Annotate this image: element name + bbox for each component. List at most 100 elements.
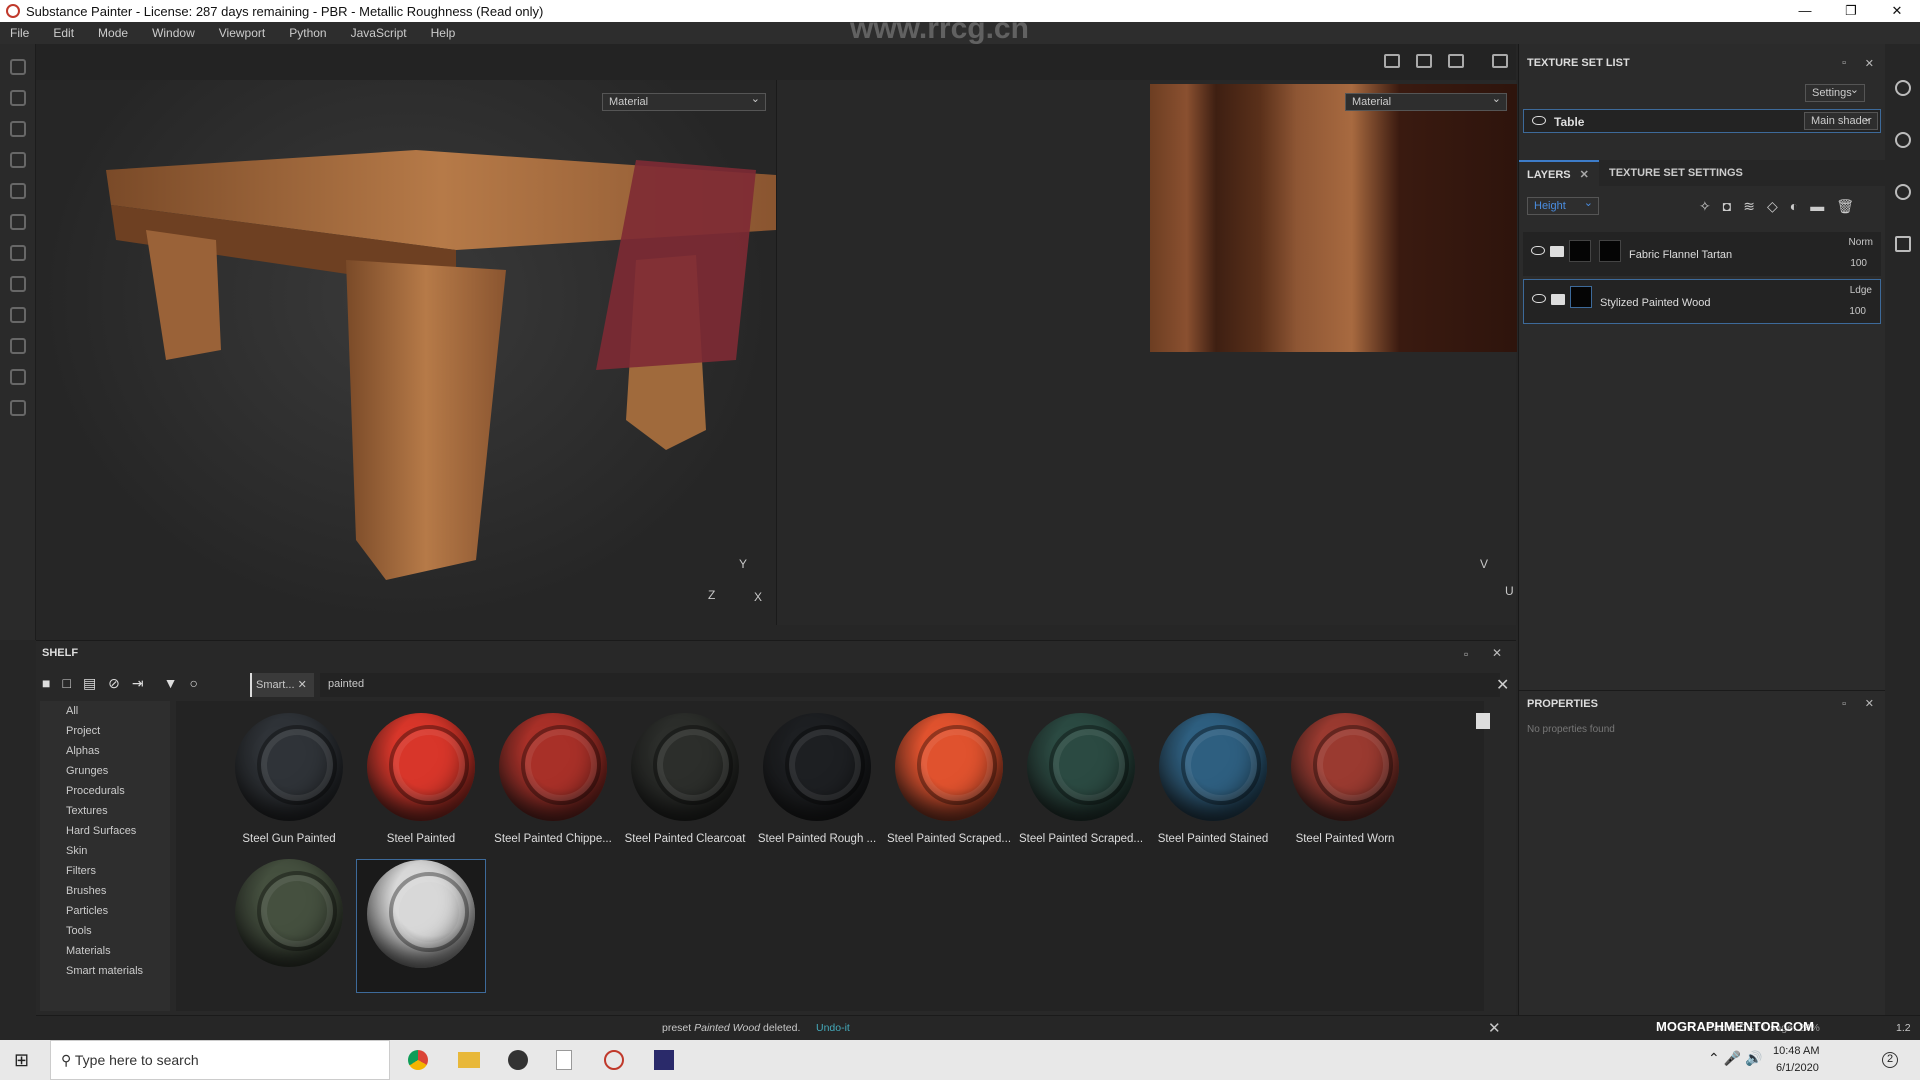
scrollbar[interactable] [1476, 713, 1490, 729]
float-panel-icon[interactable]: ▫ [1464, 647, 1468, 661]
mask-thumbnail[interactable] [1599, 240, 1621, 262]
shelf-material-item[interactable]: Steel Painted Chippe... [488, 713, 618, 845]
viewport-3d-channel-select[interactable]: Material [602, 91, 766, 111]
screenshot-icon[interactable] [1492, 54, 1508, 68]
dismiss-message-icon[interactable]: ✕ [1488, 1019, 1501, 1037]
visibility-eye-icon[interactable] [1532, 116, 1546, 125]
obs-icon[interactable] [508, 1050, 528, 1070]
channel-select[interactable]: Height [1527, 195, 1599, 215]
display-settings-icon[interactable] [1894, 80, 1911, 96]
layer-row[interactable]: Stylized Painted Wood Ldge 100 [1523, 279, 1881, 324]
opacity-select[interactable]: 100 [1849, 306, 1866, 317]
windows-start-icon[interactable]: ⊞ [14, 1050, 29, 1071]
filter-icon[interactable]: ▼ [164, 675, 178, 692]
shelf-material-item[interactable]: Steel Painted Clearcoat [620, 713, 750, 845]
3d-viewport[interactable]: Material Y Z X [36, 80, 776, 625]
eraser-icon[interactable] [9, 90, 26, 106]
filter-tag[interactable]: Smart... ✕ [250, 673, 314, 697]
texture-set-settings-select[interactable]: Settings [1805, 82, 1865, 102]
opacity-select[interactable]: 100 [1850, 258, 1867, 269]
add-folder-icon[interactable]: ▬ [1810, 198, 1824, 215]
import-icon[interactable]: ⇥ [132, 675, 144, 692]
cube-view-icon[interactable] [1416, 54, 1432, 68]
close-tab-icon[interactable]: ✕ [1580, 169, 1589, 181]
color-picker-icon[interactable] [9, 245, 26, 261]
menu-javascript[interactable]: JavaScript [351, 26, 407, 40]
float-panel-icon[interactable]: ▫ [1842, 698, 1846, 710]
menu-file[interactable]: File [10, 26, 29, 40]
tab-layers[interactable]: LAYERS ✕ [1519, 160, 1599, 186]
shelf-material-item[interactable]: Steel Painted [356, 713, 486, 845]
close-panel-icon[interactable]: ✕ [1865, 697, 1874, 710]
shader-select[interactable]: Main shader [1804, 110, 1878, 130]
shelf-category-project[interactable]: Project [40, 721, 170, 741]
shelf-category-filters[interactable]: Filters [40, 861, 170, 881]
float-panel-icon[interactable]: ▫ [1842, 57, 1846, 69]
notepad-icon[interactable] [556, 1050, 572, 1070]
taskbar-search-input[interactable]: ⚲ Type here to search [50, 1040, 390, 1080]
shelf-category-tools[interactable]: Tools [40, 921, 170, 941]
shelf-material-item[interactable]: Steel Painted Rough ... [752, 713, 882, 845]
split-view-icon[interactable] [1384, 54, 1400, 68]
menu-edit[interactable]: Edit [53, 26, 74, 40]
substance-painter-icon[interactable] [604, 1050, 624, 1070]
shelf-material-item[interactable]: Steel Painted Scraped... [1016, 713, 1146, 845]
menu-help[interactable]: Help [431, 26, 456, 40]
file-explorer-icon[interactable] [458, 1052, 480, 1068]
undo-link[interactable]: Undo-it [816, 1022, 850, 1034]
tray-icons[interactable]: ⌃ 🎤 🔊 [1708, 1050, 1762, 1067]
shader-settings-icon[interactable] [1894, 132, 1911, 148]
app-icon[interactable] [654, 1050, 674, 1070]
shelf-category-all[interactable]: All [40, 701, 170, 721]
tab-texture-set-settings[interactable]: TEXTURE SET SETTINGS [1601, 160, 1751, 186]
shelf-material-item[interactable] [224, 859, 354, 967]
clock-date[interactable]: 6/1/2020 [1776, 1062, 1819, 1074]
shelf-category-materials[interactable]: Materials [40, 941, 170, 961]
notifications-badge[interactable]: 2 [1882, 1052, 1898, 1068]
blend-mode-select[interactable]: Ldge [1850, 285, 1872, 296]
refresh-icon[interactable]: ○ [190, 675, 198, 692]
photoshop-icon[interactable] [9, 369, 26, 385]
viewport-2d-channel-select[interactable]: Material [1345, 91, 1507, 111]
delete-layer-icon[interactable]: 🗑 [1836, 198, 1854, 215]
2d-viewport[interactable]: Material V U [776, 80, 1517, 625]
clear-search-icon[interactable]: ✕ [1496, 675, 1509, 695]
add-paint-icon[interactable]: ◐ [1790, 198, 1798, 215]
shelf-category-grunges[interactable]: Grunges [40, 761, 170, 781]
maximize-button[interactable]: ❐ [1828, 0, 1874, 22]
chrome-icon[interactable] [408, 1050, 428, 1070]
shelf-search-input[interactable]: painted [320, 673, 1500, 697]
menu-python[interactable]: Python [289, 26, 326, 40]
shelf-category-alphas[interactable]: Alphas [40, 741, 170, 761]
shelf-material-item[interactable]: Steel Gun Painted [224, 713, 354, 845]
shelf-category-procedurals[interactable]: Procedurals [40, 781, 170, 801]
camera-icon[interactable] [1448, 54, 1464, 68]
layer-row[interactable]: Fabric Flannel Tartan Norm 100 [1523, 232, 1881, 276]
close-button[interactable]: ✕ [1874, 0, 1920, 22]
projection-icon[interactable] [9, 121, 26, 137]
polygon-fill-icon[interactable] [9, 307, 26, 323]
shelf-category-skin[interactable]: Skin [40, 841, 170, 861]
menu-window[interactable]: Window [152, 26, 195, 40]
paint-brush-icon[interactable] [9, 59, 26, 75]
remove-filter-icon[interactable]: ✕ [298, 679, 307, 691]
close-panel-icon[interactable]: ✕ [1865, 57, 1874, 70]
geometry-mask-icon[interactable] [9, 152, 26, 168]
shelf-material-item[interactable]: Steel Painted Scraped... [884, 713, 1014, 845]
save-icon[interactable]: ▤ [83, 675, 96, 692]
log-icon[interactable] [1894, 236, 1911, 252]
add-effect-icon[interactable]: ✧ [1699, 198, 1711, 215]
smudge-icon[interactable] [9, 183, 26, 199]
hide-icon[interactable]: ⊘ [108, 675, 120, 692]
shelf-material-item[interactable]: Steel Painted Worn [1280, 713, 1410, 845]
shelf-material-item[interactable] [356, 859, 486, 993]
blend-mode-select[interactable]: Norm [1849, 237, 1873, 248]
add-fill-layer-icon[interactable]: ◇ [1767, 198, 1778, 215]
shelf-category-particles[interactable]: Particles [40, 901, 170, 921]
new-shelf-icon[interactable]: □ [62, 675, 70, 692]
visibility-eye-icon[interactable] [1531, 246, 1545, 255]
add-layer-icon[interactable]: ≋ [1743, 198, 1755, 215]
menu-mode[interactable]: Mode [98, 26, 128, 40]
close-panel-icon[interactable]: ✕ [1492, 646, 1502, 660]
menu-viewport[interactable]: Viewport [219, 26, 265, 40]
